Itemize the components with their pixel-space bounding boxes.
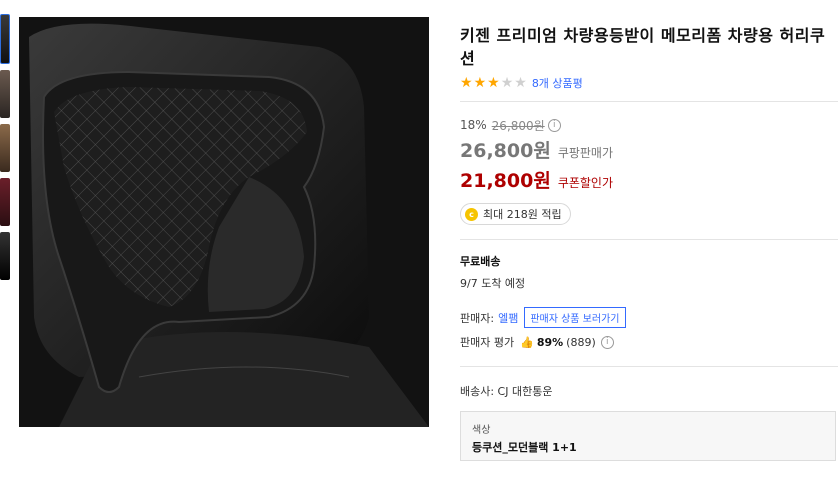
star-icon: ★ <box>487 75 500 91</box>
coupon-price-label: 쿠폰할인가 <box>557 176 614 190</box>
thumbnail-5[interactable] <box>0 232 10 280</box>
seat-cushion-illustration <box>19 17 429 427</box>
coupang-price: 26,800원 <box>460 140 551 162</box>
option-label: 색상 <box>472 425 491 436</box>
shipping-section: 무료배송 9/7 도착 예정 <box>460 253 838 291</box>
view-seller-products-button[interactable]: 판매자 상품 보러가기 <box>524 307 626 328</box>
reward-text: 최대 218원 적립 <box>483 208 562 221</box>
thumbnail-1[interactable] <box>0 14 10 64</box>
original-price: 26,800원 <box>491 118 545 133</box>
coupang-price-label: 쿠팡판매가 <box>557 146 614 160</box>
review-count-link[interactable]: 8개 상품평 <box>532 75 583 91</box>
thumbnail-strip <box>0 14 12 286</box>
seller-rating-count: (889) <box>566 335 596 349</box>
seller-rating-row: 판매자 평가 👍 89% (889) i <box>460 334 838 350</box>
star-empty-icon: ★ <box>514 75 527 91</box>
thumbs-up-icon: 👍 <box>520 335 534 349</box>
seller-rating-percent: 89% <box>536 335 564 349</box>
info-icon[interactable]: i <box>547 118 561 132</box>
coupon-price: 21,800원 <box>460 170 551 192</box>
option-value: 등쿠션_모던블랙 1+1 <box>472 441 577 454</box>
coupang-price-row: 26,800원 쿠팡판매가 <box>460 136 838 163</box>
seller-label: 판매자: <box>460 311 495 325</box>
divider <box>460 239 838 240</box>
seller-rating-label: 판매자 평가 <box>460 336 515 349</box>
thumbnail-2[interactable] <box>0 70 10 118</box>
thumbnail-3[interactable] <box>0 124 10 172</box>
product-title: 키젠 프리미엄 차량용등받이 메모리폼 차량용 허리쿠션 <box>460 26 826 68</box>
star-icon: ★ <box>460 75 473 91</box>
shipping-eta: 9/7 도착 예정 <box>460 277 526 290</box>
discount-rate: 18% <box>460 118 487 132</box>
seller-name-link[interactable]: 엘팸 <box>498 310 518 326</box>
reward-badge[interactable]: c 최대 218원 적립 <box>460 203 571 225</box>
divider <box>460 101 838 102</box>
main-product-image[interactable] <box>19 17 429 427</box>
info-icon[interactable]: i <box>600 335 614 349</box>
coupon-price-row: 21,800원 쿠폰할인가 <box>460 166 838 193</box>
discount-row: 18% 26,800원 i <box>460 117 838 133</box>
option-selector[interactable]: 색상 등쿠션_모던블랙 1+1 <box>460 411 836 461</box>
thumbnail-4[interactable] <box>0 178 10 226</box>
product-info-panel: 키젠 프리미엄 차량용등받이 메모리폼 차량용 허리쿠션 ★ ★ ★ ★ ★ 8… <box>460 24 838 461</box>
seller-row: 판매자: 엘팸 판매자 상품 보러가기 <box>460 307 838 328</box>
coin-icon: c <box>465 207 478 221</box>
shipping-label: 무료배송 <box>460 255 501 268</box>
star-empty-icon: ★ <box>500 75 514 91</box>
rating-row: ★ ★ ★ ★ ★ 8개 상품평 <box>460 75 838 91</box>
carrier-text: 배송사: CJ 대한통운 <box>460 385 553 398</box>
star-icon: ★ <box>473 75 487 91</box>
divider <box>460 366 838 367</box>
